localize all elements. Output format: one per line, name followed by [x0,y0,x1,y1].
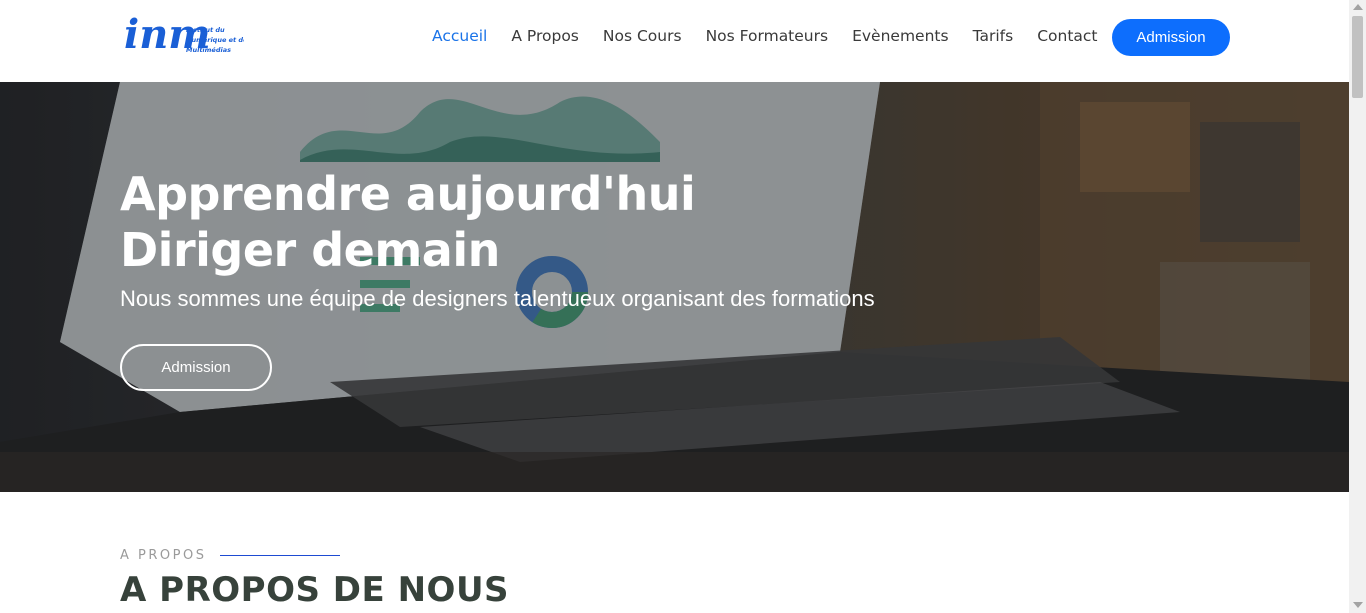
hero-title-line1: Apprendre aujourd'hui [120,167,696,221]
logo-text-line1: Institut du [186,26,225,34]
admission-nav-button[interactable]: Admission [1112,19,1230,56]
hero-admission-button[interactable]: Admission [120,344,272,391]
site-logo[interactable]: inm Institut du Numérique et des Multimé… [124,8,244,66]
main-nav: Accueil A Propos Nos Cours Nos Formateur… [420,0,1110,72]
site-header: inm Institut du Numérique et des Multimé… [0,0,1349,82]
nav-item-evenements[interactable]: Evènements [852,27,948,45]
logo-graphic: inm Institut du Numérique et des Multimé… [124,11,244,58]
nav-item-accueil[interactable]: Accueil [432,27,487,45]
nav-item-nos-formateurs[interactable]: Nos Formateurs [706,27,829,45]
scrollbar-thumb[interactable] [1352,16,1363,98]
nav-item-tarifs[interactable]: Tarifs [973,27,1014,45]
hero-title-line2: Diriger demain [120,223,500,277]
hero-section: Apprendre aujourd'hui Diriger demain Nou… [0,82,1349,492]
nav-item-contact[interactable]: Contact [1037,27,1097,45]
scroll-up-arrow-icon[interactable] [1353,4,1363,10]
about-kicker-divider [220,555,341,556]
about-kicker: A PROPOS [120,548,341,563]
about-kicker-label: A PROPOS [120,548,207,563]
logo-text-line3: Multimédias [186,46,231,54]
about-title: A PROPOS DE NOUS [120,570,510,610]
nav-item-nos-cours[interactable]: Nos Cours [603,27,682,45]
logo-text-line2: Numérique et des [186,36,244,44]
hero-subtitle: Nous sommes une équipe de designers tale… [120,286,875,311]
scroll-down-arrow-icon[interactable] [1353,602,1363,608]
hero-title: Apprendre aujourd'hui Diriger demain [120,166,696,278]
nav-item-a-propos[interactable]: A Propos [511,27,579,45]
